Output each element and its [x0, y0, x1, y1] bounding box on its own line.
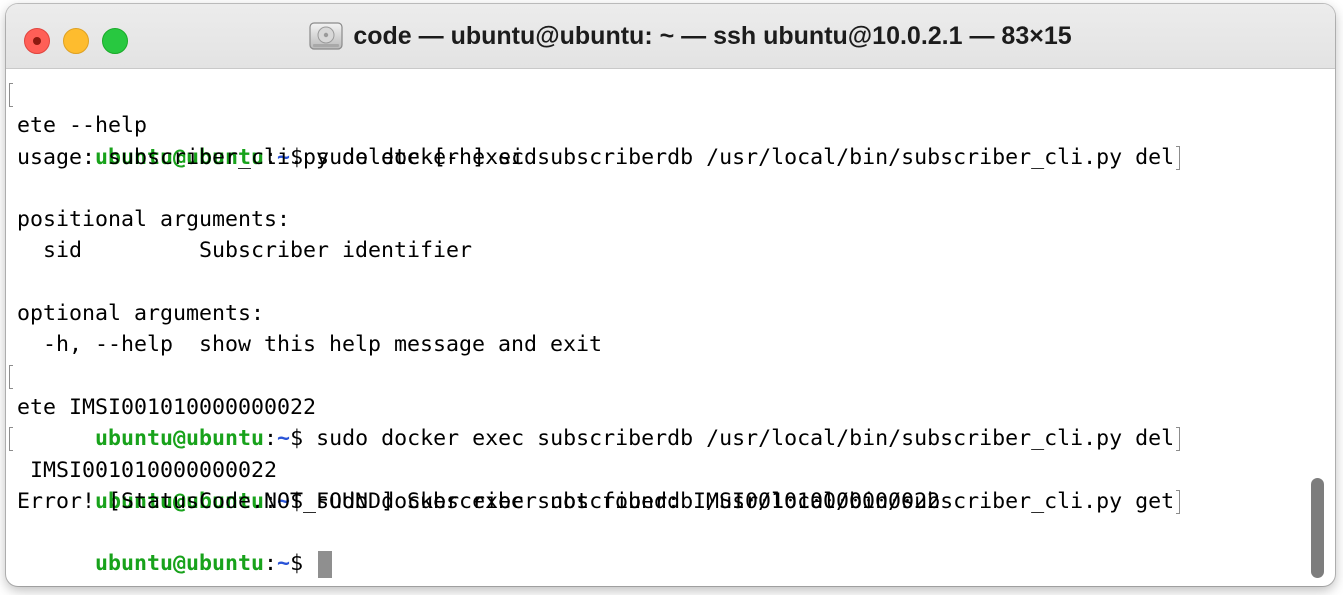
terminal-line: ete IMSI001010000000022 — [17, 394, 317, 420]
terminal-line: ubuntu@ubuntu:~$ sudo docker exec subscr… — [9, 361, 1317, 452]
mark-bracket-left — [9, 83, 13, 107]
terminal-line: usage: subscriber_cli.py delete [-h] sid — [17, 144, 538, 170]
window-title: code — ubuntu@ubuntu: ~ — ssh ubuntu@10.… — [353, 21, 1072, 50]
vertical-scrollbar[interactable] — [1311, 478, 1324, 578]
title-bar[interactable]: code — ubuntu@ubuntu: ~ — ssh ubuntu@10.… — [6, 4, 1335, 69]
terminal-line: IMSI001010000000022 — [17, 457, 278, 483]
prompt-user: ubuntu@ubuntu — [95, 551, 265, 577]
terminal-line: -h, --help show this help message and ex… — [17, 332, 603, 358]
window-title-group: code — ubuntu@ubuntu: ~ — ssh ubuntu@10.… — [6, 4, 1335, 68]
command-input[interactable] — [303, 551, 316, 576]
disk-icon — [309, 21, 343, 51]
text-cursor — [318, 550, 333, 578]
mark-bracket-left — [9, 427, 13, 452]
terminal-line: positional arguments: — [17, 207, 291, 233]
prompt-colon: : — [264, 551, 278, 577]
terminal-line: optional arguments: — [17, 301, 265, 327]
terminal-line: sid Subscriber identifier — [17, 238, 473, 264]
prompt-path: ~ — [277, 551, 291, 577]
error-line: Error! [StatusCode.NOT_FOUND] Subscriber… — [17, 488, 941, 514]
mark-bracket-left — [9, 364, 13, 389]
active-prompt-line[interactable]: ubuntu@ubuntu:~$ — [17, 517, 1317, 578]
terminal-line: ubuntu@ubuntu:~$ sudo docker exec subscr… — [9, 79, 1317, 170]
terminal-window: code — ubuntu@ubuntu: ~ — ssh ubuntu@10.… — [6, 4, 1335, 586]
terminal-line: ubuntu@ubuntu:~$ sudo docker exec subscr… — [9, 423, 1317, 514]
prompt-symbol: $ — [290, 551, 304, 577]
terminal-line: ete --help — [17, 113, 148, 139]
terminal-output[interactable]: ubuntu@ubuntu:~$ sudo docker exec subscr… — [6, 69, 1317, 586]
